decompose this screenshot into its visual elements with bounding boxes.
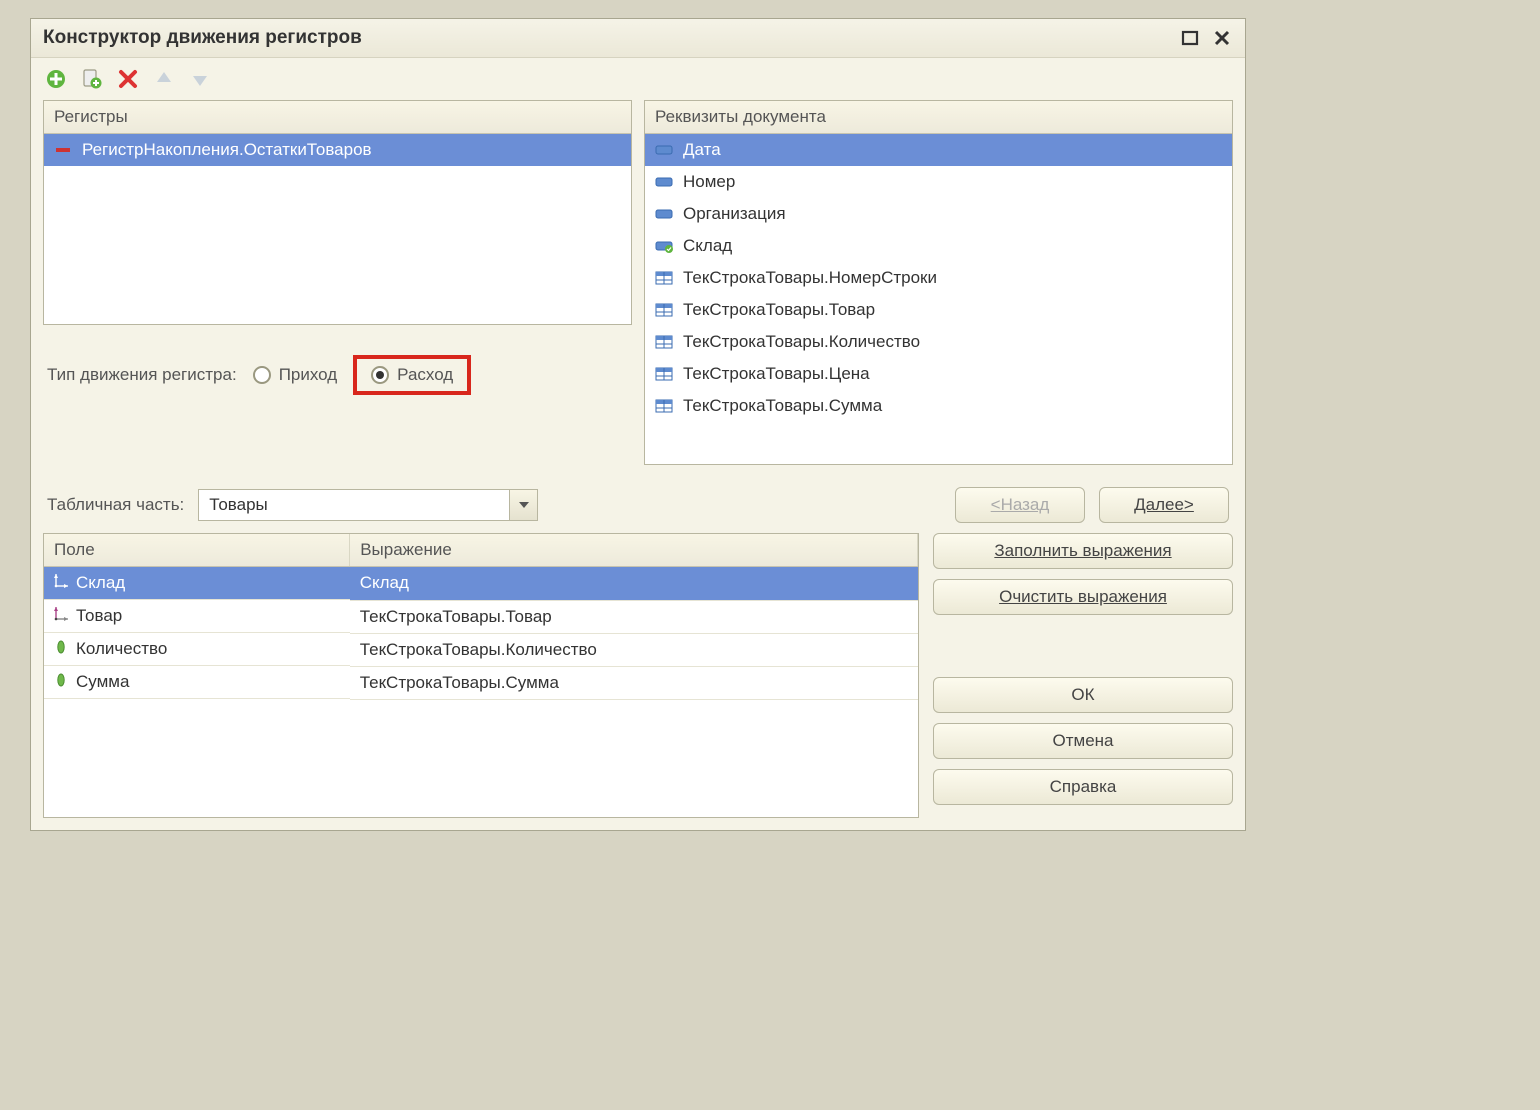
next-button[interactable]: Далее>	[1099, 487, 1229, 523]
tabular-label: Табличная часть:	[47, 495, 184, 515]
table-blue-icon	[655, 303, 673, 317]
field-name: Склад	[76, 573, 125, 593]
move-down-button[interactable]	[187, 66, 213, 92]
mapping-table: Поле Выражение Склад Склад Товар ТекСтрокаТ…	[44, 534, 918, 700]
expression-cell[interactable]: Склад	[350, 567, 918, 601]
attribute-item[interactable]: ТекСтрокаТовары.Сумма	[645, 390, 1232, 422]
attribute-item[interactable]: ТекСтрокаТовары.Цена	[645, 358, 1232, 390]
expression-cell[interactable]: ТекСтрокаТовары.Количество	[350, 633, 918, 666]
clear-expressions-button[interactable]: Очистить выражения	[933, 579, 1233, 615]
move-up-button[interactable]	[151, 66, 177, 92]
movement-type-row: Тип движения регистра: Приход Расход	[43, 325, 632, 401]
chevron-down-icon[interactable]	[509, 490, 537, 520]
back-button[interactable]: <Назад	[955, 487, 1085, 523]
radio-expense-highlight: Расход	[353, 355, 471, 395]
maximize-icon[interactable]	[1179, 27, 1201, 49]
delete-button[interactable]	[115, 66, 141, 92]
table-blue-icon	[655, 335, 673, 349]
attribute-item-label: Дата	[683, 140, 721, 160]
tabular-value: Товары	[199, 495, 509, 515]
dimension-icon	[54, 573, 68, 593]
attribute-item[interactable]: ТекСтрокаТовары.НомерСтроки	[645, 262, 1232, 294]
resource-icon	[54, 672, 68, 692]
attribute-item[interactable]: Номер	[645, 166, 1232, 198]
attribute-item-label: Номер	[683, 172, 735, 192]
table-row[interactable]: Товар ТекСтрокаТовары.Товар	[44, 600, 918, 633]
add-page-button[interactable]	[79, 66, 105, 92]
field-name: Товар	[76, 606, 122, 626]
titlebar: Конструктор движения регистров	[31, 19, 1245, 58]
radio-icon	[253, 366, 271, 384]
add-button[interactable]	[43, 66, 69, 92]
radio-expense-label: Расход	[397, 365, 453, 385]
minus-icon	[54, 143, 72, 157]
attribute-item[interactable]: Дата	[645, 134, 1232, 166]
table-row[interactable]: Количество ТекСтрокаТовары.Количество	[44, 633, 918, 666]
registers-header: Регистры	[44, 101, 631, 134]
attribute-item[interactable]: ТекСтрокаТовары.Товар	[645, 294, 1232, 326]
radio-icon	[371, 366, 389, 384]
field-name: Сумма	[76, 672, 129, 692]
radio-expense[interactable]: Расход	[371, 365, 453, 385]
field-name: Количество	[76, 639, 167, 659]
attribute-item[interactable]: Организация	[645, 198, 1232, 230]
dimension-icon	[54, 606, 68, 626]
table-blue-icon	[655, 271, 673, 285]
attribute-item-label: Склад	[683, 236, 732, 256]
field-green-icon	[655, 239, 673, 253]
register-item-label: РегистрНакопления.ОстаткиТоваров	[82, 140, 372, 160]
col-field[interactable]: Поле	[44, 534, 350, 567]
cancel-button[interactable]: Отмена	[933, 723, 1233, 759]
attribute-item[interactable]: Склад	[645, 230, 1232, 262]
movement-type-label: Тип движения регистра:	[47, 365, 237, 385]
attributes-header: Реквизиты документа	[645, 101, 1232, 134]
toolbar	[31, 58, 1245, 100]
radio-income[interactable]: Приход	[253, 365, 337, 385]
field-blue-icon	[655, 207, 673, 221]
table-blue-icon	[655, 399, 673, 413]
attribute-item-label: ТекСтрокаТовары.Количество	[683, 332, 920, 352]
col-expr[interactable]: Выражение	[350, 534, 918, 567]
dialog-window: Конструктор движения регистров	[30, 18, 1246, 831]
resource-icon	[54, 639, 68, 659]
register-item[interactable]: РегистрНакопления.ОстаткиТоваров	[44, 134, 631, 166]
mapping-table-panel: Поле Выражение Склад Склад Товар ТекСтрокаТ…	[43, 533, 919, 818]
ok-button[interactable]: ОК	[933, 677, 1233, 713]
attribute-item-label: ТекСтрокаТовары.Сумма	[683, 396, 882, 416]
close-icon[interactable]	[1211, 27, 1233, 49]
attributes-panel: Реквизиты документа Дата Номер Организация…	[644, 100, 1233, 465]
table-blue-icon	[655, 367, 673, 381]
attribute-item[interactable]: ТекСтрокаТовары.Количество	[645, 326, 1232, 358]
field-blue-icon	[655, 143, 673, 157]
help-button[interactable]: Справка	[933, 769, 1233, 805]
tabular-dropdown[interactable]: Товары	[198, 489, 538, 521]
table-row[interactable]: Сумма ТекСтрокаТовары.Сумма	[44, 666, 918, 699]
registers-panel: Регистры РегистрНакопления.ОстаткиТоваро…	[43, 100, 632, 325]
attribute-item-label: ТекСтрокаТовары.НомерСтроки	[683, 268, 937, 288]
expression-cell[interactable]: ТекСтрокаТовары.Товар	[350, 600, 918, 633]
radio-income-label: Приход	[279, 365, 337, 385]
attribute-item-label: ТекСтрокаТовары.Товар	[683, 300, 875, 320]
window-title: Конструктор движения регистров	[43, 27, 1179, 49]
attribute-item-label: Организация	[683, 204, 786, 224]
attribute-item-label: ТекСтрокаТовары.Цена	[683, 364, 870, 384]
fill-expressions-button[interactable]: Заполнить выражения	[933, 533, 1233, 569]
expression-cell[interactable]: ТекСтрокаТовары.Сумма	[350, 666, 918, 699]
field-blue-icon	[655, 175, 673, 189]
table-row[interactable]: Склад Склад	[44, 567, 918, 601]
